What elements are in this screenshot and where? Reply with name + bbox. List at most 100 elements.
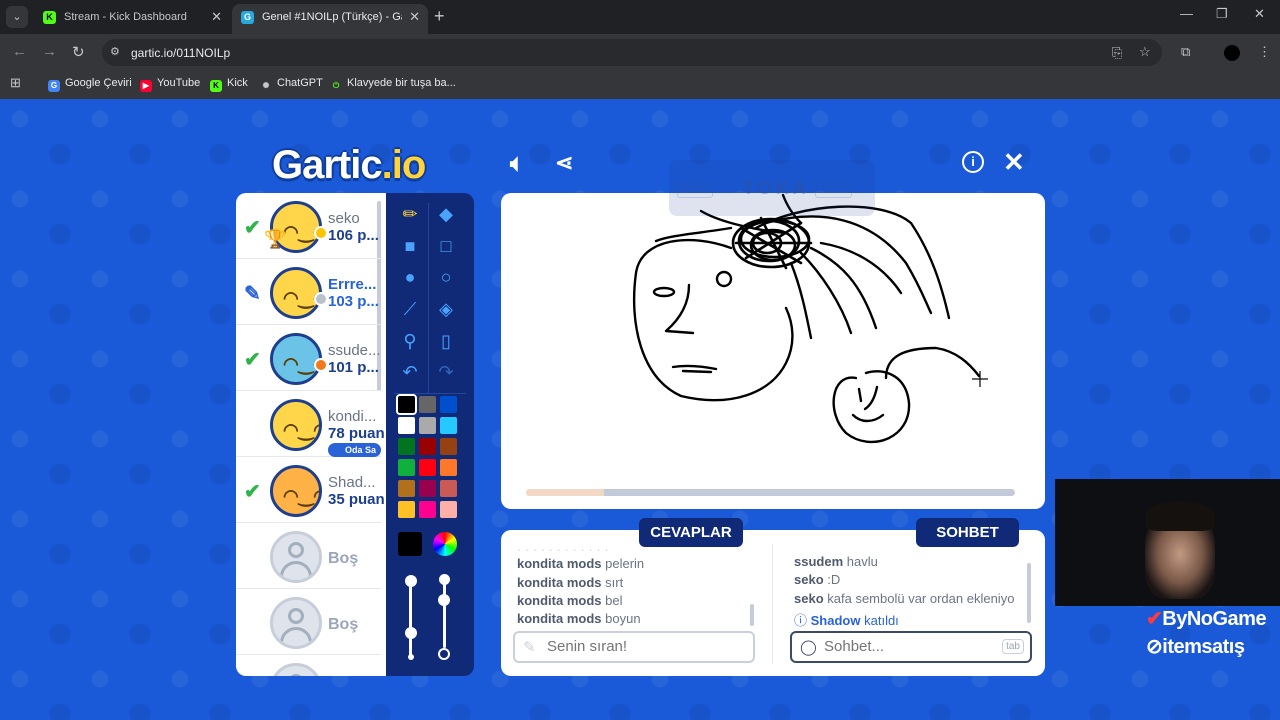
color-swatch[interactable]: [440, 480, 457, 497]
forward-icon[interactable]: →: [42, 43, 57, 60]
tab-kick-dashboard[interactable]: K Stream - Kick Dashboard ✕: [34, 4, 230, 34]
bookmark-youtube[interactable]: ▶ YouTube: [140, 77, 200, 92]
share-icon[interactable]: ⋖: [555, 150, 573, 176]
chat-bubble-icon: ◯: [800, 639, 817, 656]
restore-icon[interactable]: ❐: [1216, 6, 1228, 22]
drawing-strokes: [632, 193, 988, 444]
install-app-icon[interactable]: ⎘: [1112, 45, 1122, 61]
eyedropper-tool-icon[interactable]: ⚲: [395, 328, 425, 354]
player-row: ◠‿◠ kondi... 78 puan Oda Sa: [236, 391, 385, 457]
circle-tool-icon[interactable]: ○: [431, 264, 461, 290]
exit-icon[interactable]: ✕: [1003, 147, 1025, 178]
tab-label: Stream - Kick Dashboard: [64, 11, 187, 23]
gartic-logo: Gartic.io: [272, 143, 426, 187]
player-row: ✔ ◠‿◠ 🏆 seko 106 p...: [236, 193, 381, 259]
color-picker-icon[interactable]: [433, 532, 457, 556]
reload-icon[interactable]: ↻: [72, 43, 85, 61]
stroke: [632, 238, 794, 402]
color-swatch[interactable]: [440, 459, 457, 476]
players-list: ✔ ◠‿◠ 🏆 seko 106 p... ✎ ◠‿◠ Errre... 103…: [236, 193, 386, 676]
close-tab-icon[interactable]: ✕: [211, 4, 222, 30]
undo-tool-icon[interactable]: ↶: [395, 359, 425, 385]
drawing-canvas[interactable]: [501, 193, 1045, 509]
eraser-tool-icon[interactable]: ◆: [431, 201, 461, 227]
color-swatch[interactable]: [396, 394, 417, 415]
answer-field[interactable]: [547, 638, 717, 655]
minimize-icon[interactable]: —: [1180, 6, 1193, 21]
extensions-icon[interactable]: ⧉: [1181, 44, 1190, 60]
brush-size-knob[interactable]: [405, 627, 417, 639]
chat-field[interactable]: [824, 638, 994, 655]
empty-avatar-icon: [270, 597, 322, 649]
color-swatch[interactable]: [398, 459, 415, 476]
color-swatch[interactable]: [419, 396, 436, 413]
translate-icon: G: [48, 80, 60, 92]
answer-input[interactable]: ✎: [513, 631, 755, 663]
color-swatch[interactable]: [398, 417, 415, 434]
color-swatch[interactable]: [440, 396, 457, 413]
drawing-tools: ✏ ◆ ■ □ ● ○ ⟋ ◈ ⚲ ▯ ↶ ↷: [386, 193, 474, 676]
color-swatch[interactable]: [419, 459, 436, 476]
site-info-icon[interactable]: ⚙: [110, 45, 120, 58]
faded-message: · · · · · · · · · · · ·: [517, 542, 609, 557]
color-swatch[interactable]: [398, 438, 415, 455]
power-icon: ⏻: [332, 81, 340, 90]
status-badge: [314, 226, 328, 240]
new-tab-icon[interactable]: +: [434, 6, 445, 26]
bookmark-chatgpt[interactable]: ✺ ChatGPT: [260, 77, 323, 92]
filled-circle-tool-icon[interactable]: ●: [395, 264, 425, 290]
browser-toolbar: ← → ↻ ⚙ gartic.io/011NOILp ⎘ ☆ ⧉ ⋮: [0, 34, 1280, 71]
filled-rect-tool-icon[interactable]: ■: [395, 233, 425, 259]
answer-message: kondita mods bel: [517, 593, 623, 608]
color-swatch[interactable]: [440, 438, 457, 455]
chat-input[interactable]: ◯ tab: [790, 631, 1032, 663]
window-close-icon[interactable]: ✕: [1254, 6, 1265, 22]
color-swatch[interactable]: [440, 417, 457, 434]
round-timer-bar: [526, 489, 1015, 496]
opacity-knob[interactable]: [438, 594, 450, 606]
bookmark-kick[interactable]: K Kick: [210, 77, 248, 92]
status-badge: [314, 292, 328, 306]
apps-grid-icon[interactable]: ⊞: [10, 75, 21, 91]
info-icon[interactable]: i: [962, 151, 984, 173]
pencil-tool-icon[interactable]: ✏: [395, 201, 425, 227]
player-name: Errre...: [328, 276, 377, 293]
player-name: seko: [328, 210, 360, 227]
player-points: 101 p...: [328, 359, 379, 376]
opacity-slider[interactable]: [443, 576, 446, 648]
bookmark-keyboard[interactable]: ⏻ Klavyede bir tuşa ba...: [330, 77, 456, 92]
color-swatch[interactable]: [440, 501, 457, 518]
answers-scrollbar[interactable]: [750, 604, 754, 626]
sound-icon[interactable]: 🔈︎: [510, 150, 524, 178]
opacity-knob[interactable]: [439, 574, 450, 585]
tab-search-icon[interactable]: ⌄: [6, 6, 28, 28]
tab-gartic[interactable]: G Genel #1NOILp (Türkçe) - Gartic ✕: [232, 4, 428, 34]
chat-scrollbar[interactable]: [1027, 563, 1031, 623]
gartic-favicon-icon: G: [241, 11, 254, 24]
player-points: 35 puan: [328, 491, 385, 508]
panel-divider: [772, 544, 773, 664]
line-tool-icon[interactable]: ⟋: [395, 296, 425, 322]
brush-size-knob[interactable]: [405, 575, 417, 587]
rect-tool-icon[interactable]: □: [431, 233, 461, 259]
color-swatch[interactable]: [419, 480, 436, 497]
color-swatch[interactable]: [419, 501, 436, 518]
bookmark-google-translate[interactable]: G Google Çeviri: [48, 77, 132, 92]
color-swatch[interactable]: [419, 438, 436, 455]
color-swatch[interactable]: [419, 417, 436, 434]
profile-avatar[interactable]: [1224, 45, 1240, 61]
back-icon[interactable]: ←: [12, 43, 27, 60]
close-tab-icon[interactable]: ✕: [409, 4, 420, 30]
bookmark-star-icon[interactable]: ☆: [1139, 44, 1151, 60]
color-swatch[interactable]: [398, 501, 415, 518]
chrome-menu-icon[interactable]: ⋮: [1258, 44, 1271, 60]
color-swatch[interactable]: [398, 480, 415, 497]
answer-message: kondita mods pelerin: [517, 556, 645, 571]
brush-size-slider[interactable]: [409, 576, 412, 658]
stroke: [832, 370, 911, 444]
chat-message: ssudem havlu: [794, 554, 878, 569]
clear-page-tool-icon[interactable]: ▯: [431, 328, 461, 354]
redo-tool-icon[interactable]: ↷: [431, 359, 461, 385]
fill-bucket-tool-icon[interactable]: ◈: [431, 296, 461, 322]
address-bar[interactable]: ⚙ gartic.io/011NOILp ⎘ ☆: [102, 39, 1162, 66]
